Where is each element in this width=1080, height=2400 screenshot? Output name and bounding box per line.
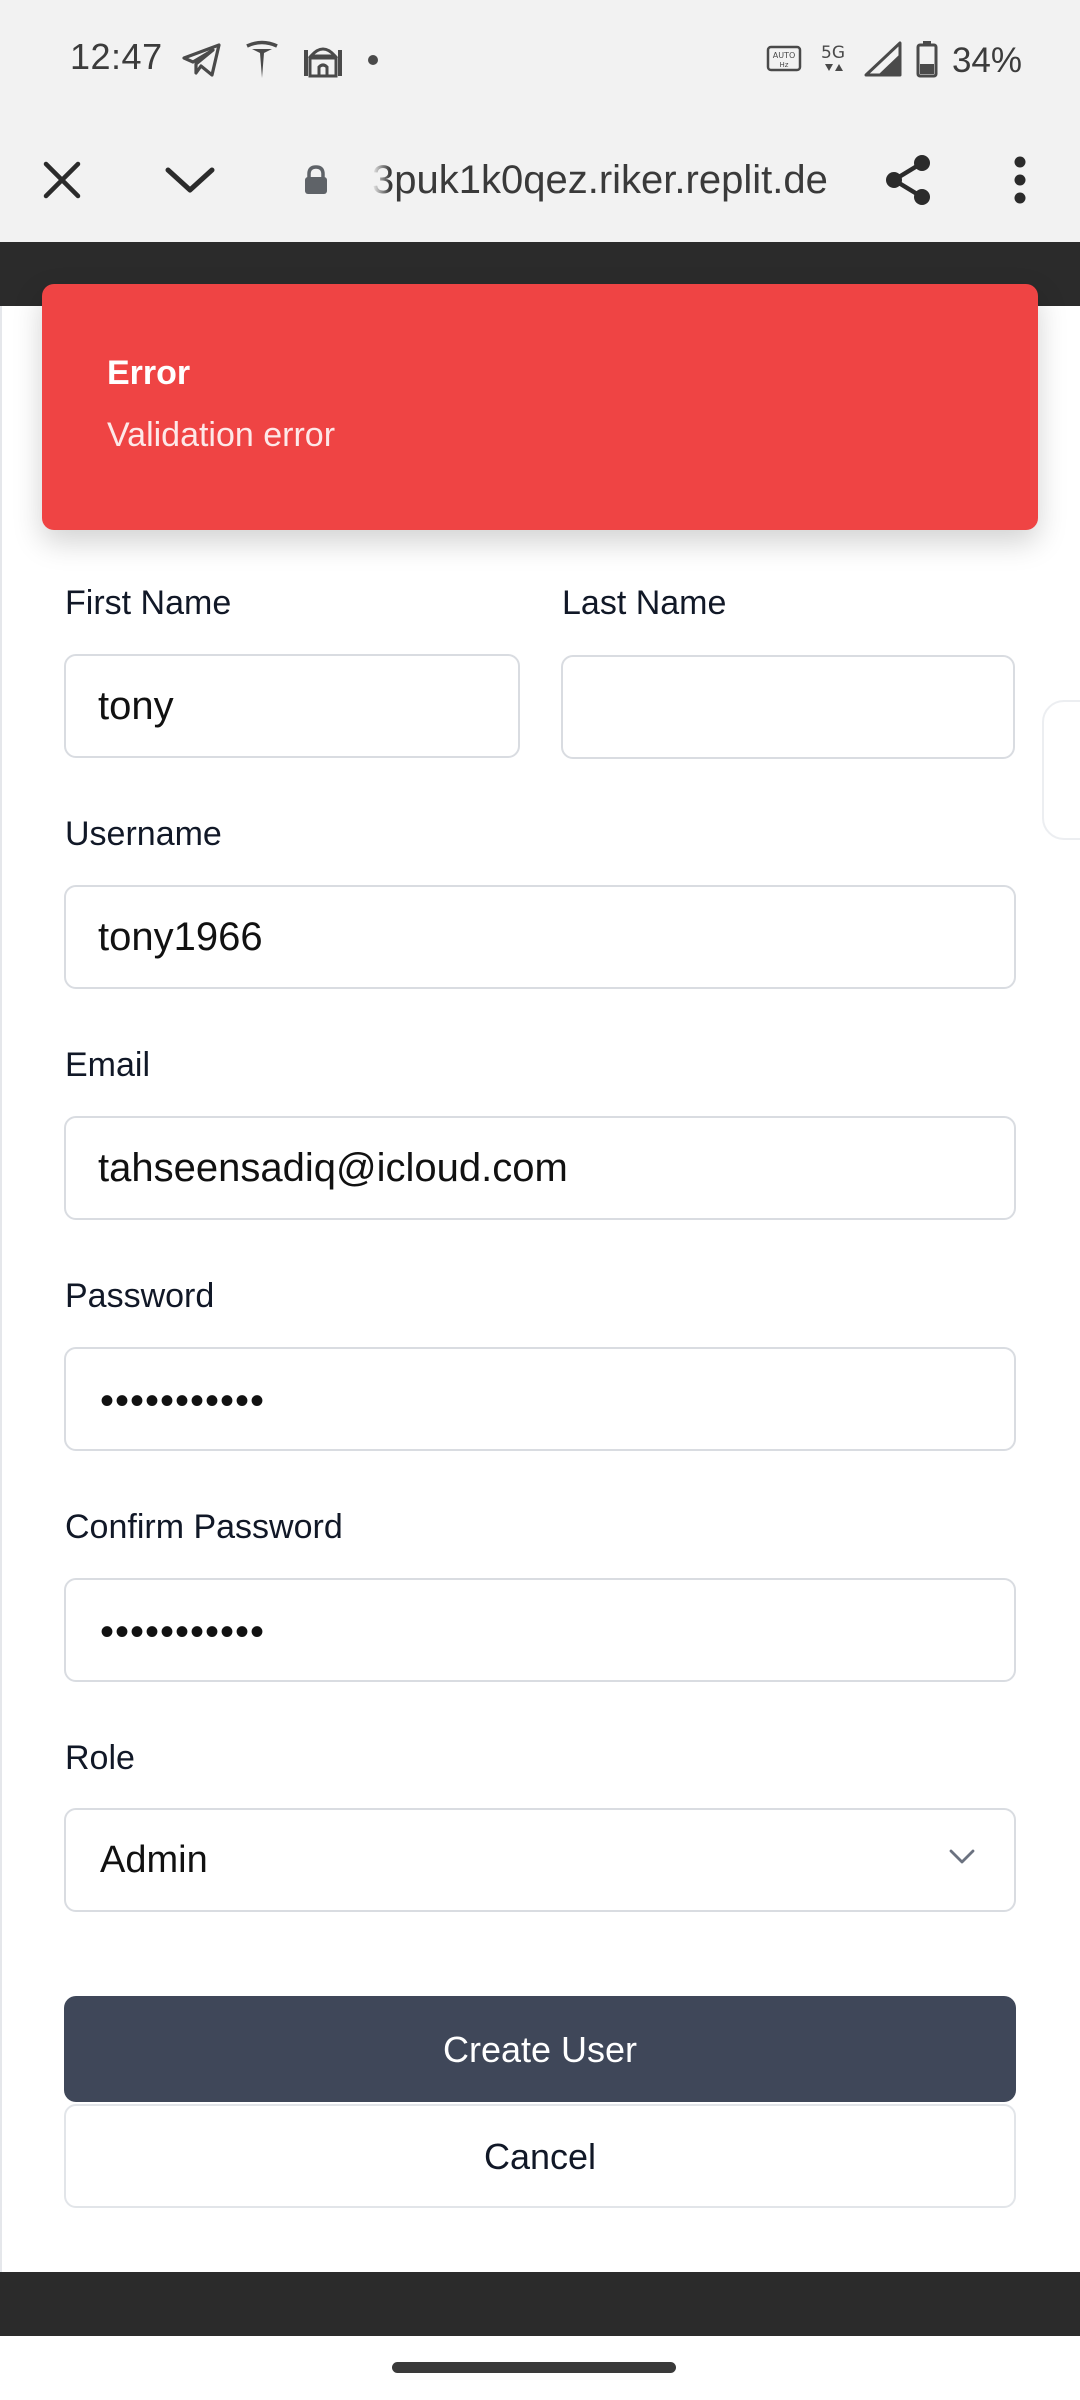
password-label: Password	[65, 1277, 215, 1315]
role-label: Role	[65, 1739, 135, 1777]
email-input[interactable]	[64, 1116, 1016, 1220]
side-panel-tab[interactable]	[1042, 700, 1080, 840]
share-icon[interactable]	[876, 148, 940, 212]
toast-title: Error	[107, 354, 191, 392]
email-label: Email	[65, 1046, 151, 1084]
status-bar: 12:47 AUTO Hz 5G 34%	[0, 0, 1080, 118]
chevron-down-icon	[948, 1848, 976, 1871]
username-label: Username	[65, 815, 222, 853]
cancel-button[interactable]: Cancel	[64, 2104, 1016, 2208]
status-time: 12:47	[70, 36, 163, 77]
password-input[interactable]: •••••••••••	[64, 1347, 1016, 1451]
role-selected-value: Admin	[100, 1839, 208, 1881]
mosque-icon	[302, 40, 344, 80]
page-footer-band	[0, 2272, 1080, 2336]
error-toast[interactable]: Error Validation error	[42, 284, 1038, 530]
first-name-input[interactable]	[64, 654, 520, 758]
dot-icon	[366, 53, 380, 67]
create-user-button[interactable]: Create User	[64, 1996, 1016, 2102]
svg-text:Hz: Hz	[779, 61, 788, 69]
battery-percent: 34%	[951, 41, 1022, 80]
chevron-down-icon[interactable]	[158, 148, 222, 212]
network-type: 5G	[821, 43, 845, 63]
signal-icon	[864, 41, 902, 82]
url-bar[interactable]: 3puk1k0qez.riker.replit.de	[372, 148, 847, 212]
first-name-label: First Name	[65, 584, 232, 622]
confirm-password-label: Confirm Password	[65, 1508, 343, 1546]
5g-icon: 5G	[816, 41, 850, 82]
confirm-password-mask: •••••••••••	[100, 1610, 266, 1654]
battery-icon	[916, 40, 938, 83]
gesture-handle[interactable]	[392, 2362, 676, 2373]
role-select[interactable]: Admin	[64, 1808, 1016, 1912]
close-icon[interactable]	[30, 148, 94, 212]
auto-hz-icon: AUTO Hz	[766, 44, 802, 79]
toast-message: Validation error	[107, 416, 336, 454]
svg-text:AUTO: AUTO	[773, 51, 796, 60]
password-mask: •••••••••••	[100, 1379, 266, 1423]
url-fade	[372, 148, 390, 212]
username-input[interactable]	[64, 885, 1016, 989]
confirm-password-input[interactable]: •••••••••••	[64, 1578, 1016, 1682]
last-name-input[interactable]	[561, 655, 1015, 759]
system-status-icons: AUTO Hz 5G 34%	[766, 36, 1022, 86]
telegram-icon	[182, 42, 222, 78]
lock-icon[interactable]	[284, 148, 348, 212]
notification-icons	[182, 38, 380, 82]
more-vert-icon[interactable]	[988, 148, 1052, 212]
last-name-label: Last Name	[562, 584, 727, 622]
browser-toolbar: 3puk1k0qez.riker.replit.de	[0, 118, 1080, 242]
tesla-icon	[244, 40, 280, 80]
